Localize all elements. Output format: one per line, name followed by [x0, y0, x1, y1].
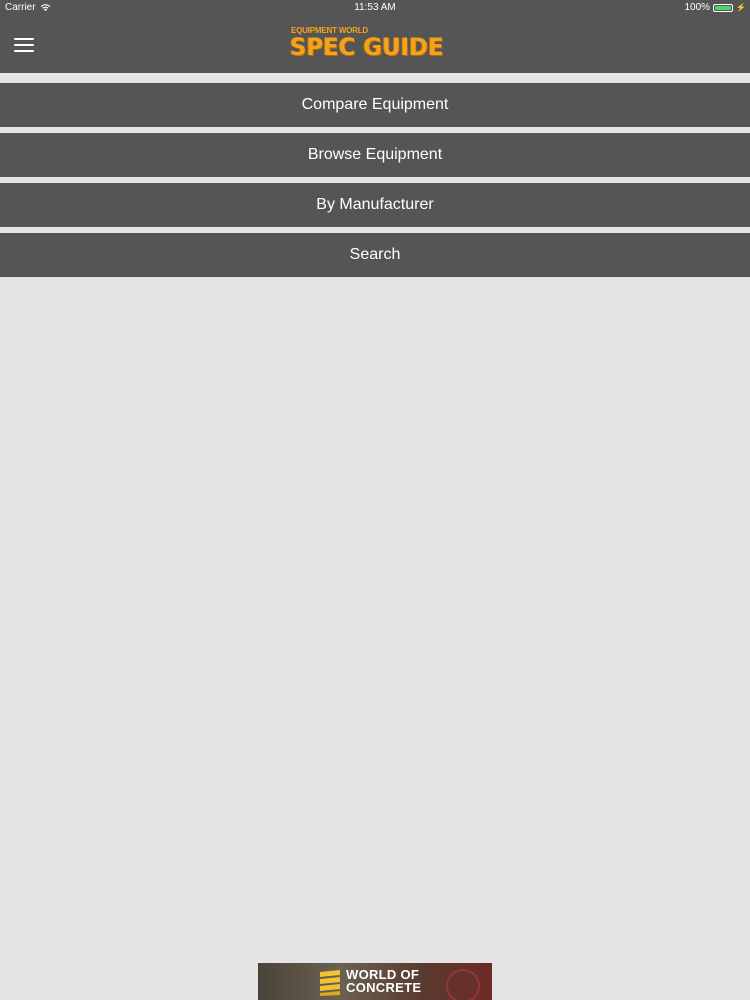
hamburger-menu-icon: [14, 50, 34, 52]
hamburger-menu-icon: [14, 38, 34, 40]
bolt-icon: ⚡: [736, 2, 746, 12]
menu-item-by-manufacturer[interactable]: By Manufacturer: [0, 183, 750, 227]
ad-banner[interactable]: WORLD OF CONCRETE: [258, 963, 492, 1000]
battery-icon: [713, 3, 734, 12]
world-of-concrete-logo-icon: [320, 970, 340, 996]
main-menu-list: Compare Equipment Browse Equipment By Ma…: [0, 83, 750, 283]
status-time: 11:53 AM: [354, 2, 396, 13]
status-battery-group: 100% ⚡: [684, 2, 746, 13]
menu-item-compare-equipment[interactable]: Compare Equipment: [0, 83, 750, 127]
ad-seal-icon: [446, 969, 480, 1000]
hamburger-menu-button[interactable]: [12, 34, 36, 56]
menu-item-search[interactable]: Search: [0, 233, 750, 277]
status-bar: Carrier 11:53 AM 100% ⚡: [0, 0, 750, 16]
battery-fill: [715, 5, 732, 10]
menu-item-browse-equipment[interactable]: Browse Equipment: [0, 133, 750, 177]
ad-text-line2: CONCRETE: [346, 980, 422, 995]
top-header: Carrier 11:53 AM 100% ⚡ EQUIPMENT WORLD …: [0, 0, 750, 73]
app-screen: Carrier 11:53 AM 100% ⚡ EQUIPMENT WORLD …: [0, 0, 750, 1000]
spec-guide-logo: EQUIPMENT WORLD SPEC GUIDE: [290, 26, 460, 62]
logo-main-text: SPEC GUIDE: [290, 33, 444, 61]
hamburger-menu-icon: [14, 44, 34, 46]
battery-percent: 100%: [684, 2, 711, 13]
